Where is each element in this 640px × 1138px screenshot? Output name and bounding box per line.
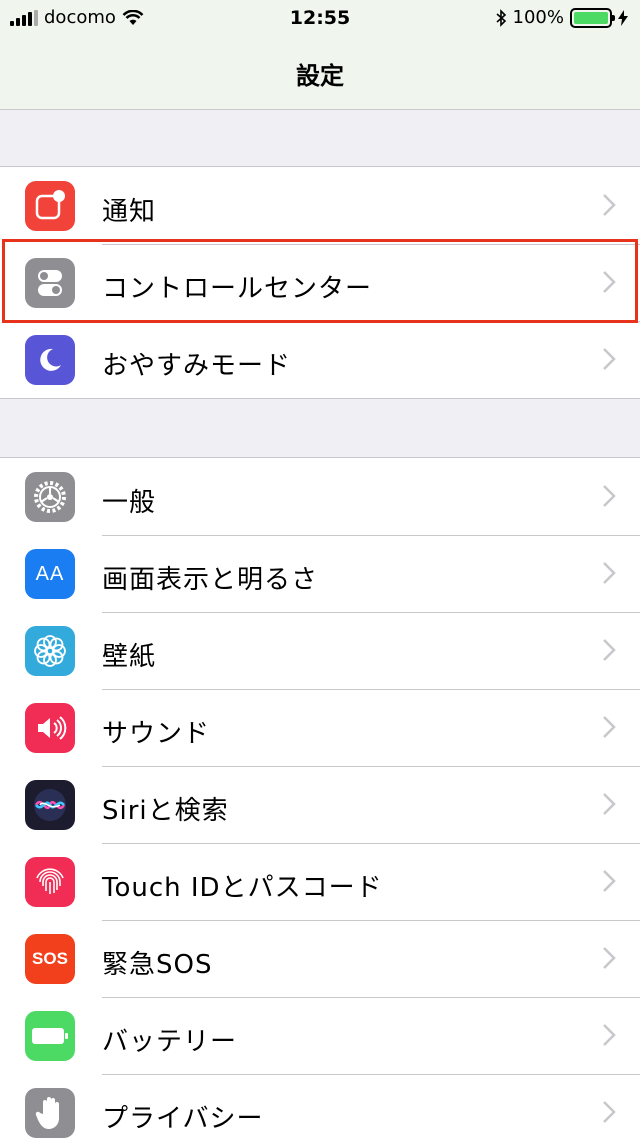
- settings-row-notifications[interactable]: 通知: [0, 167, 640, 244]
- row-label: Siriと検索: [102, 796, 229, 826]
- page-title: 設定: [296, 62, 344, 90]
- row-label: 通知: [102, 197, 157, 227]
- bluetooth-icon: [496, 8, 506, 27]
- status-right: 100%: [495, 7, 628, 28]
- settings-group-1: 通知 コントロールセンター おやすみモード: [0, 166, 640, 399]
- row-label: 一般: [102, 488, 157, 518]
- row-label: サウンド: [102, 719, 211, 749]
- chevron-right-icon: [603, 716, 616, 738]
- settings-row-sounds[interactable]: サウンド: [0, 689, 640, 766]
- battery-indicator-icon: [570, 7, 615, 28]
- sos-icon-text: SOS: [32, 949, 68, 968]
- chevron-right-icon: [603, 1101, 616, 1123]
- chevron-right-icon: [603, 793, 616, 815]
- chevron-right-icon: [603, 348, 616, 370]
- settings-row-general[interactable]: 一般: [0, 458, 640, 535]
- settings-row-privacy[interactable]: プライバシー: [0, 1074, 640, 1138]
- row-label: コントロールセンター: [102, 274, 373, 304]
- row-label: バッテリー: [102, 1027, 238, 1057]
- fingerprint-icon: [25, 857, 75, 907]
- moon-icon: [25, 335, 75, 385]
- settings-row-do-not-disturb[interactable]: おやすみモード: [0, 321, 640, 398]
- settings-row-emergency-sos[interactable]: SOS 緊急SOS: [0, 920, 640, 997]
- privacy-hand-icon: [25, 1088, 75, 1138]
- notifications-icon: [25, 181, 75, 231]
- row-label: 画面表示と明るさ: [102, 565, 319, 595]
- charging-bolt-icon: [618, 9, 628, 26]
- chevron-right-icon: [603, 639, 616, 661]
- gear-icon: [25, 472, 75, 522]
- sos-icon: SOS: [25, 934, 75, 984]
- sound-icon: [25, 703, 75, 753]
- status-bar: docomo 12:55 100%: [0, 0, 640, 40]
- settings-row-display[interactable]: AA 画面表示と明るさ: [0, 535, 640, 612]
- settings-row-battery[interactable]: バッテリー: [0, 997, 640, 1074]
- row-label: 緊急SOS: [102, 950, 213, 980]
- chevron-right-icon: [603, 194, 616, 216]
- display-icon-text: AA: [35, 562, 65, 585]
- chevron-right-icon: [603, 271, 616, 293]
- chevron-right-icon: [603, 870, 616, 892]
- settings-row-touch-id[interactable]: Touch IDとパスコード: [0, 843, 640, 920]
- settings-row-wallpaper[interactable]: 壁紙: [0, 612, 640, 689]
- settings-row-siri[interactable]: Siriと検索: [0, 766, 640, 843]
- control-center-icon: [25, 258, 75, 308]
- siri-icon: [25, 780, 75, 830]
- chevron-right-icon: [603, 947, 616, 969]
- row-label: Touch IDとパスコード: [102, 873, 383, 903]
- battery-percent: 100%: [512, 7, 564, 28]
- row-label: 壁紙: [102, 642, 157, 672]
- row-label: おやすみモード: [102, 351, 292, 381]
- chevron-right-icon: [603, 485, 616, 507]
- settings-row-control-center[interactable]: コントロールセンター: [0, 244, 640, 321]
- navigation-bar: 設定: [0, 40, 640, 110]
- row-label: プライバシー: [102, 1104, 264, 1134]
- chevron-right-icon: [603, 562, 616, 584]
- settings-group-2: 一般 AA 画面表示と明るさ 壁紙 サウンド Siriと検索 Touch IDと…: [0, 457, 640, 1138]
- chevron-right-icon: [603, 1024, 616, 1046]
- wallpaper-icon: [25, 626, 75, 676]
- display-icon: AA: [25, 549, 75, 599]
- battery-icon: [25, 1011, 75, 1061]
